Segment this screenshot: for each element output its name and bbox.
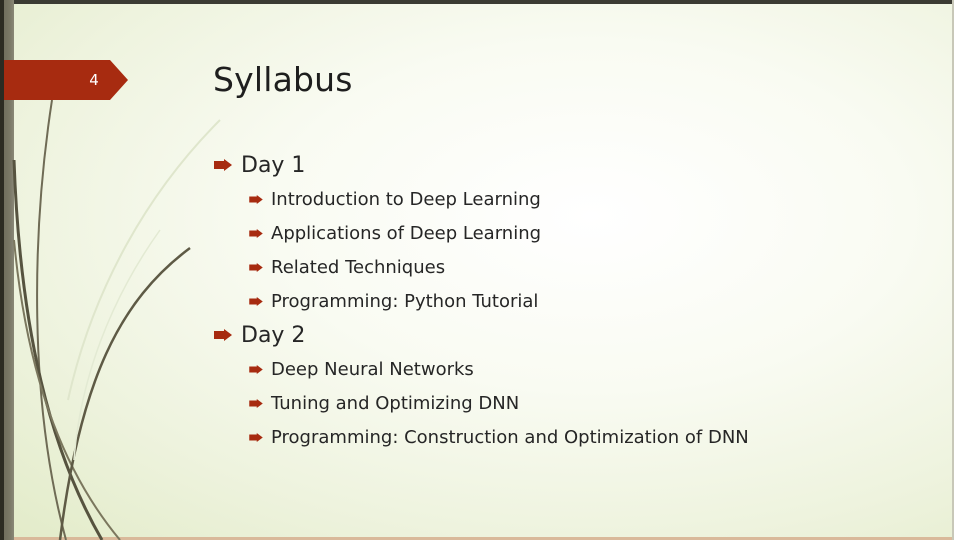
arrow-bullet-icon xyxy=(249,432,263,442)
arrow-bullet-icon xyxy=(249,262,263,272)
slide-title: Syllabus xyxy=(213,60,353,99)
slide-number: 4 xyxy=(89,71,99,89)
arrow-bullet-icon xyxy=(249,194,263,204)
bullet-topic-label: Deep Neural Networks xyxy=(271,358,474,380)
bullet-topic-label: Related Techniques xyxy=(271,256,446,278)
bullet-topic: Programming: Python Tutorial xyxy=(214,284,749,318)
arrow-bullet-icon xyxy=(214,329,232,341)
arrow-bullet-icon xyxy=(249,398,263,408)
bullet-day: Day 2 xyxy=(214,318,749,352)
syllabus-bullet-list: Day 1 Introduction to Deep Learning Applic… xyxy=(214,148,749,454)
bullet-topic: Tuning and Optimizing DNN xyxy=(214,386,749,420)
bullet-topic-label: Programming: Python Tutorial xyxy=(271,290,539,312)
arrow-bullet-icon xyxy=(214,159,232,171)
bullet-day-label: Day 1 xyxy=(241,152,306,178)
slide-number-tag xyxy=(4,60,128,100)
slide: 4 Syllabus Day 1 Introduction to Deep Lea… xyxy=(0,0,954,540)
arrow-bullet-icon xyxy=(249,228,263,238)
bullet-topic: Applications of Deep Learning xyxy=(214,216,749,250)
bullet-topic-label: Introduction to Deep Learning xyxy=(271,188,541,210)
arrow-bullet-icon xyxy=(249,364,263,374)
bullet-topic: Introduction to Deep Learning xyxy=(214,182,749,216)
bullet-topic: Deep Neural Networks xyxy=(214,352,749,386)
bullet-topic-label: Programming: Construction and Optimizati… xyxy=(271,426,749,448)
bullet-day-label: Day 2 xyxy=(241,322,306,348)
bullet-topic: Programming: Construction and Optimizati… xyxy=(214,420,749,454)
bullet-topic: Related Techniques xyxy=(214,250,749,284)
bullet-topic-label: Applications of Deep Learning xyxy=(271,222,542,244)
bullet-day: Day 1 xyxy=(214,148,749,182)
bullet-topic-label: Tuning and Optimizing DNN xyxy=(271,392,520,414)
arrow-bullet-icon xyxy=(249,296,263,306)
